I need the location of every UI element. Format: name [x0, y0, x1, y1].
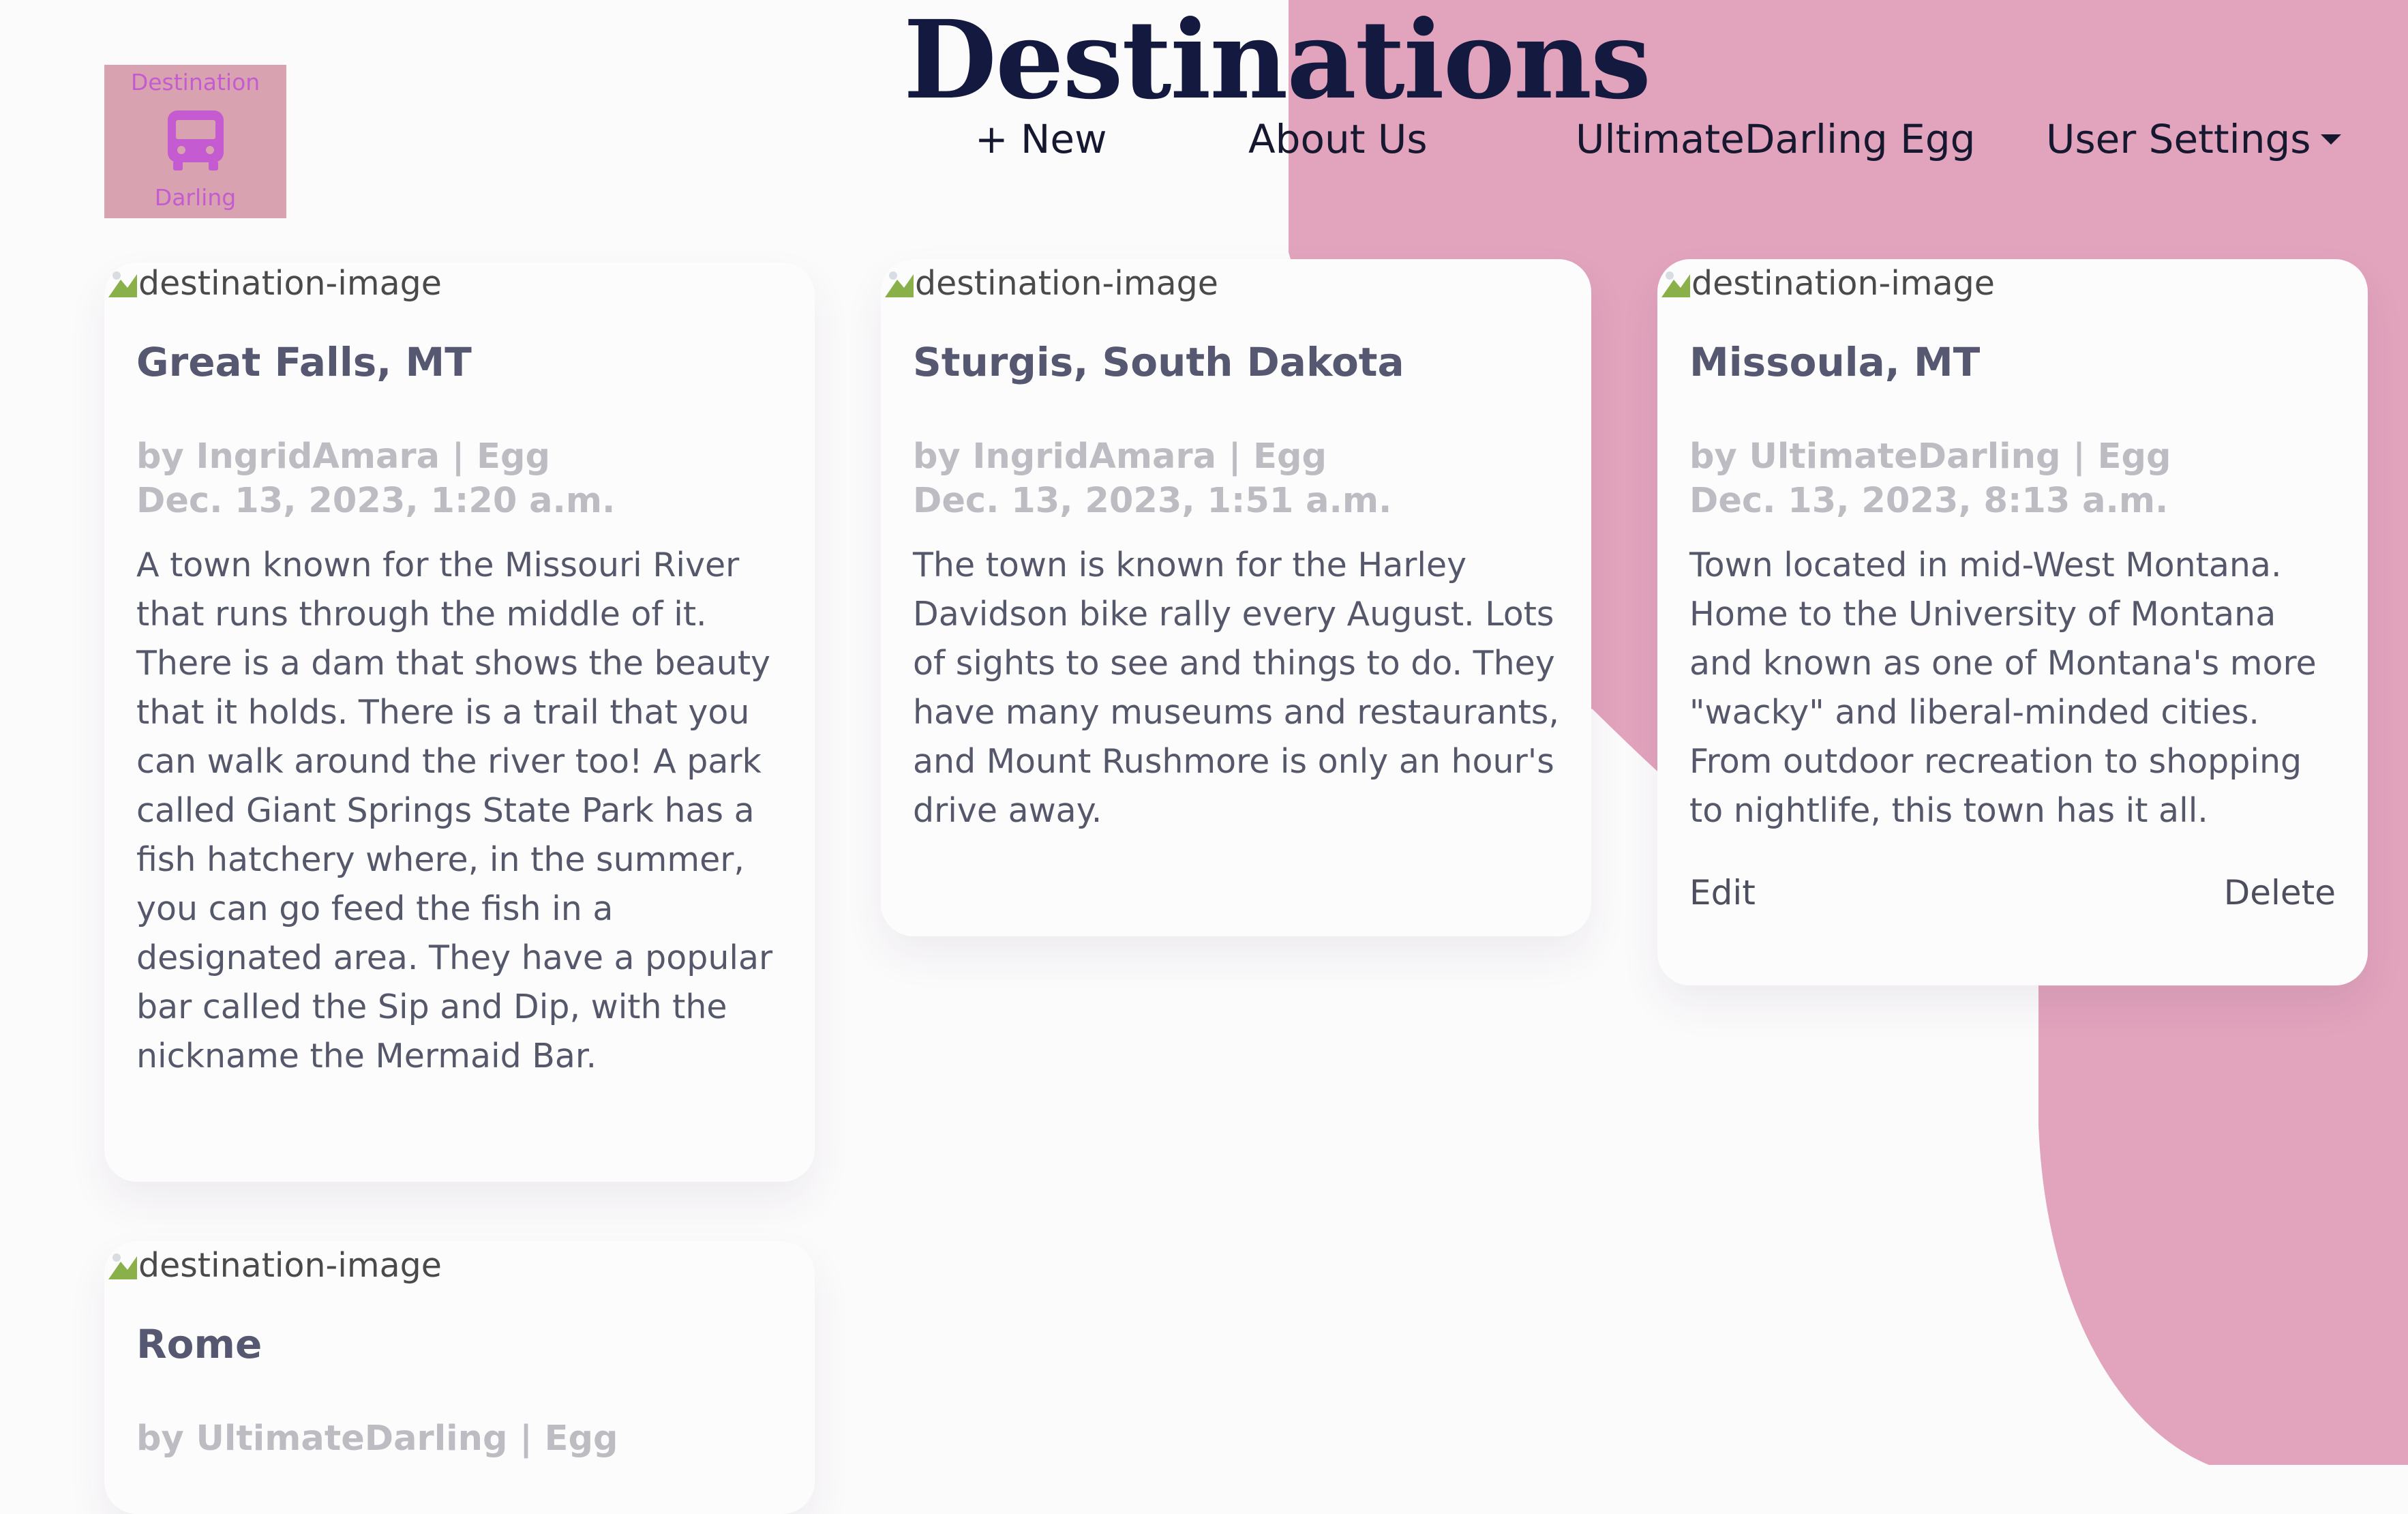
nav-user-settings-dropdown[interactable]: User Settings [2046, 115, 2341, 164]
destination-meta: by UltimateDarling | Egg [136, 1416, 618, 1461]
bus-icon [167, 110, 224, 170]
delete-button[interactable]: Delete [2224, 873, 2336, 912]
destination-title[interactable]: Great Falls, MT [136, 340, 472, 385]
destination-image: destination-image [1660, 263, 1995, 303]
author-byline: by UltimateDarling | Egg [1689, 436, 2171, 477]
destination-title[interactable]: Rome [136, 1322, 262, 1367]
destination-description: A town known for the Missouri River that… [136, 546, 773, 1075]
post-date: Dec. 13, 2023, 1:51 a.m. [913, 481, 1392, 521]
broken-image-icon [108, 1253, 137, 1279]
destination-card: destination-image Missoula, MT by Ultima… [1657, 259, 2368, 985]
broken-image-icon [108, 271, 137, 297]
destination-card: destination-image Sturgis, South Dakota … [881, 259, 1591, 936]
author-byline: by IngridAmara | Egg [136, 436, 551, 477]
image-alt-text: destination-image [915, 263, 1218, 303]
author-byline: by UltimateDarling | Egg [136, 1419, 618, 1459]
destination-title[interactable]: Sturgis, South Dakota [913, 340, 1404, 385]
destination-image: destination-image [107, 263, 442, 303]
image-alt-text: destination-image [138, 263, 442, 303]
user-settings-label: User Settings [2046, 116, 2311, 162]
image-alt-text: destination-image [138, 1245, 442, 1285]
destination-card: destination-image Great Falls, MT by Ing… [104, 263, 815, 1182]
author-byline: by IngridAmara | Egg [913, 436, 1327, 477]
destination-description: The town is known for the Harley Davidso… [913, 546, 1559, 830]
nav-user-link[interactable]: UltimateDarling Egg [1576, 115, 1975, 164]
site-logo[interactable]: Destination Darling [104, 65, 286, 218]
page-title: Destinations [903, 0, 1651, 123]
image-alt-text: destination-image [1691, 263, 1995, 303]
chevron-down-icon [2320, 134, 2341, 145]
destination-title[interactable]: Missoula, MT [1689, 340, 1980, 385]
post-date: Dec. 13, 2023, 8:13 a.m. [1689, 481, 2169, 521]
destination-meta: by IngridAmara | Egg Dec. 13, 2023, 1:20… [136, 434, 615, 523]
post-date: Dec. 13, 2023, 1:20 a.m. [136, 481, 616, 521]
destination-meta: by IngridAmara | Egg Dec. 13, 2023, 1:51… [913, 434, 1391, 523]
logo-top-text: Destination [130, 69, 260, 95]
edit-button[interactable]: Edit [1689, 873, 1756, 912]
destination-description: Town located in mid-West Montana. Home t… [1689, 546, 2317, 830]
destination-image: destination-image [884, 263, 1218, 303]
nav-new-button[interactable]: + New [975, 115, 1107, 164]
nav-about-link[interactable]: About Us [1248, 115, 1428, 164]
destination-meta: by UltimateDarling | Egg Dec. 13, 2023, … [1689, 434, 2171, 523]
broken-image-icon [885, 271, 914, 297]
destination-image: destination-image [107, 1245, 442, 1286]
logo-bottom-text: Darling [154, 183, 237, 211]
destination-card: destination-image Rome by UltimateDarlin… [104, 1241, 815, 1514]
broken-image-icon [1661, 271, 1690, 297]
